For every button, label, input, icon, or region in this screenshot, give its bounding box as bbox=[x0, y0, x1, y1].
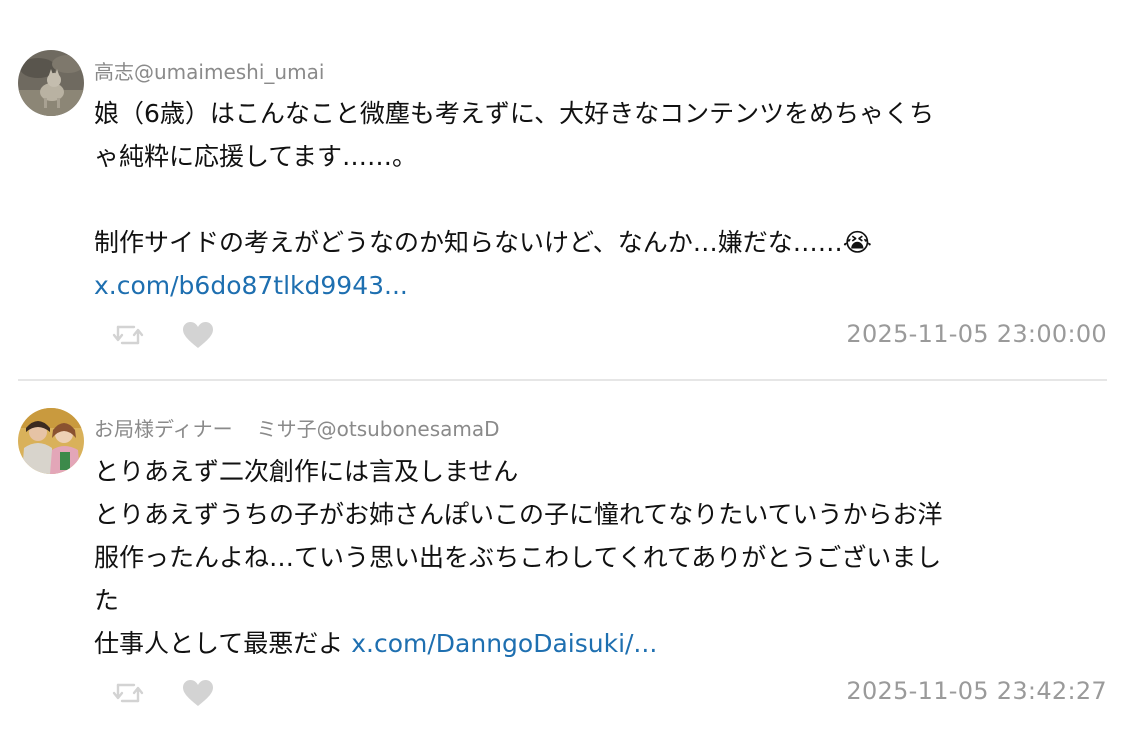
post-link[interactable]: x.com/b6do87tlkd9943... bbox=[94, 271, 408, 300]
post-1: 高志@umaimeshi_umai 娘（6歳）はこんなこと微塵も考えずに、大好き… bbox=[0, 0, 1125, 380]
display-name-part-2[interactable]: ミサ子 bbox=[257, 417, 317, 441]
body-line: 制作サイドの考えがどうなのか知らないけど、なんか…嫌だな……😭 bbox=[94, 228, 872, 257]
user-handle[interactable]: @umaimeshi_umai bbox=[134, 60, 324, 84]
post-link[interactable]: x.com/DanngoDaisuki/... bbox=[351, 629, 657, 658]
body-line: 娘（6歳）はこんなこと微塵も考えずに、大好きなコンテンツをめちゃくち bbox=[94, 99, 935, 128]
body-line: 仕事人として最悪だよ bbox=[94, 629, 344, 658]
heart-icon bbox=[183, 680, 213, 706]
body-line: とりあえず二次創作には言及しません bbox=[94, 457, 519, 486]
display-name[interactable]: お局様ディナー bbox=[94, 417, 233, 441]
body-blank-line bbox=[94, 178, 1104, 221]
user-handle[interactable]: @otsubonesamaD bbox=[317, 417, 500, 441]
post-header: 高志@umaimeshi_umai bbox=[94, 56, 324, 85]
display-name[interactable]: 高志 bbox=[94, 60, 134, 84]
body-line: 服作ったんよね…ていう思い出をぶちこわしてくれてありがとうございまし bbox=[94, 543, 942, 572]
retweet-icon bbox=[112, 325, 144, 345]
post-actions bbox=[108, 676, 218, 710]
post-actions bbox=[108, 318, 218, 352]
people-avatar-icon bbox=[18, 408, 84, 474]
body-line: た bbox=[94, 586, 120, 615]
body-line: ゃ純粋に応援してます……。 bbox=[94, 142, 418, 171]
post-timestamp: 2025-11-05 23:00:00 bbox=[846, 320, 1107, 348]
retweet-icon bbox=[112, 683, 144, 703]
like-button[interactable] bbox=[178, 318, 218, 352]
retweet-button[interactable] bbox=[108, 318, 148, 352]
cat-avatar-icon bbox=[18, 50, 84, 116]
post-body: 娘（6歳）はこんなこと微塵も考えずに、大好きなコンテンツをめちゃくち ゃ純粋に応… bbox=[94, 92, 1104, 307]
like-button[interactable] bbox=[178, 676, 218, 710]
body-line: とりあえずうちの子がお姉さんぽいこの子に憧れてなりたいていうからお洋 bbox=[94, 500, 943, 529]
retweet-button[interactable] bbox=[108, 676, 148, 710]
avatar-umaimeshi[interactable] bbox=[18, 50, 84, 116]
avatar-otsubonesamaD[interactable] bbox=[18, 408, 84, 474]
heart-icon bbox=[183, 322, 213, 348]
post-body: とりあえず二次創作には言及しません とりあえずうちの子がお姉さんぽいこの子に憧れ… bbox=[94, 450, 1104, 665]
post-header: お局様ディナー ミサ子@otsubonesamaD bbox=[94, 413, 500, 442]
post-timestamp: 2025-11-05 23:42:27 bbox=[846, 677, 1107, 705]
